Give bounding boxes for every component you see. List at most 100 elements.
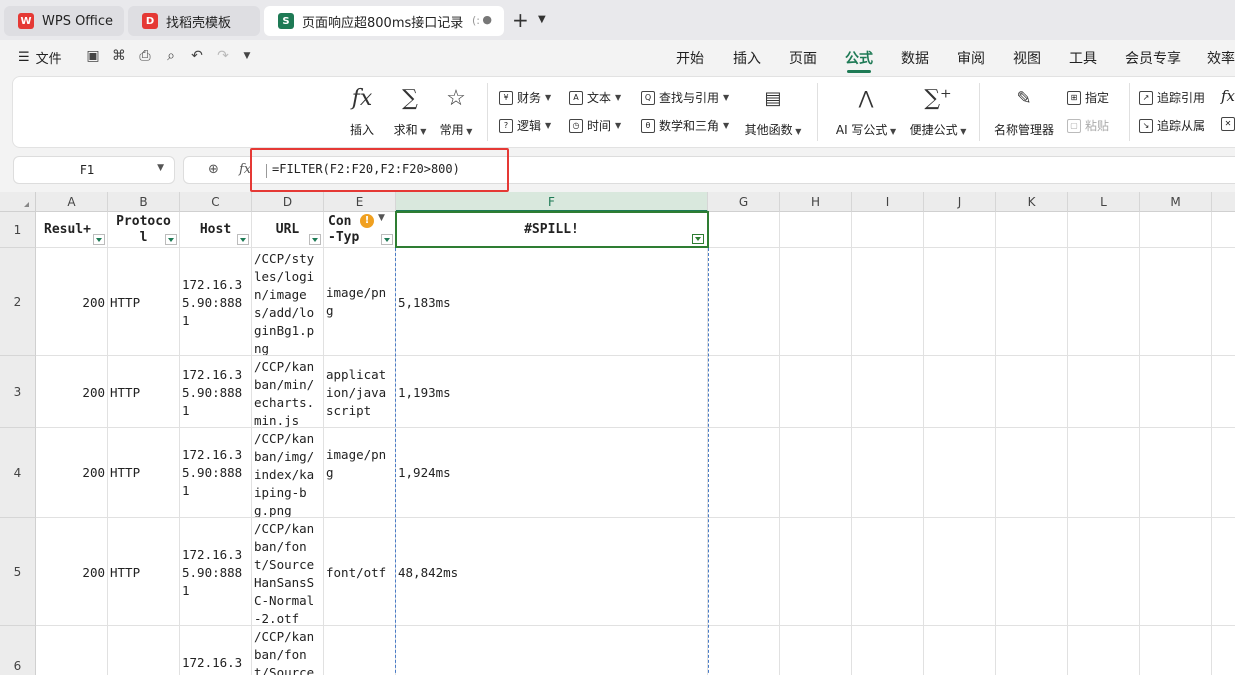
tab-document[interactable]: S 页面响应超800ms接口记录 (: ● [264,6,504,36]
menu-tab-review[interactable]: 审阅 [957,48,985,68]
name-box[interactable]: F1 ▼ [13,156,175,184]
cell-e4[interactable]: image/png [324,428,396,518]
column-header-g[interactable]: G [708,192,780,212]
cell-e6[interactable] [324,626,396,675]
cell-b3[interactable]: HTTP [108,356,180,428]
other-functions-button[interactable]: ▤ 其他函数 ▼ [743,85,803,138]
menu-tab-view[interactable]: 视图 [1013,48,1041,68]
column-header-n[interactable] [1212,192,1235,212]
ai-formula-button[interactable]: ⋀ AI 写公式 ▼ [833,85,899,138]
cell-c2[interactable]: 172.16.35.90:8881 [180,248,252,356]
cell-c4[interactable]: 172.16.35.90:8881 [180,428,252,518]
cell-e3[interactable]: application/javascript [324,356,396,428]
filter-dropdown-icon[interactable] [237,234,249,245]
empty-cells-area[interactable] [708,212,1235,675]
undo-icon[interactable]: ↶ [188,47,206,65]
menu-tab-home[interactable]: 开始 [676,48,704,68]
column-header-a[interactable]: A [36,192,108,212]
unsaved-dot-icon[interactable]: ● [482,13,492,26]
row-header-4[interactable]: 4 [0,428,36,518]
zoom-icon[interactable]: ⊕ [208,162,219,177]
filter-dropdown-icon[interactable] [309,234,321,245]
cell-d4[interactable]: /CCP/kanban/img/index/kaiping-bg.png [252,428,324,518]
cell-d5[interactable]: /CCP/kanban/font/SourceHanSansSC-Normal-… [252,518,324,626]
menu-tab-page[interactable]: 页面 [789,48,817,68]
cell-d6[interactable]: /CCP/kanban/font/SourceH [252,626,324,675]
cell-b2[interactable]: HTTP [108,248,180,356]
cell-b6[interactable] [108,626,180,675]
chevron-down-icon[interactable]: ▼ [378,213,385,223]
logic-functions-button[interactable]: ? 逻辑 ▼ [499,117,551,134]
tab-templates[interactable]: D 找稻壳模板 [128,6,260,36]
select-all-corner[interactable] [0,192,36,212]
column-header-f[interactable]: F [396,192,708,212]
quick-formula-button[interactable]: ∑⁺ 便捷公式 ▼ [907,85,969,138]
cell-c3[interactable]: 172.16.35.90:8881 [180,356,252,428]
new-tab-plus-icon[interactable]: + [512,8,529,32]
filter-dropdown-icon[interactable] [692,234,704,244]
column-header-c[interactable]: C [180,192,252,212]
warning-icon[interactable]: ! [360,214,374,228]
column-header-e[interactable]: E [324,192,396,212]
filter-dropdown-icon[interactable] [93,234,105,245]
column-header-i[interactable]: I [852,192,924,212]
common-functions-button[interactable]: ☆ 常用 ▼ [431,85,481,138]
header-cell-host[interactable]: Host [180,212,252,248]
print-icon[interactable]: ⎙ [136,47,154,65]
cell-b5[interactable]: HTTP [108,518,180,626]
cell-a3[interactable]: 200 [36,356,108,428]
column-header-h[interactable]: H [780,192,852,212]
cell-b4[interactable]: HTTP [108,428,180,518]
header-cell-result[interactable]: Resul+ [36,212,108,248]
row-header-5[interactable]: 5 [0,518,36,626]
filter-dropdown-icon[interactable] [165,234,177,245]
trace-precedents-button[interactable]: ↗ 追踪引用 [1139,89,1205,106]
row-header-2[interactable]: 2 [0,248,36,356]
header-cell-protocol[interactable]: Protoco l [108,212,180,248]
quick-access-dropdown-icon[interactable]: ▼ [238,47,256,65]
column-header-j[interactable]: J [924,192,996,212]
redo-icon[interactable]: ↷ [214,47,232,65]
lookup-functions-button[interactable]: Q 查找与引用 ▼ [641,89,729,106]
cell-d2[interactable]: /CCP/styles/login/images/add/loginBg1.pn… [252,248,324,356]
cell-a4[interactable]: 200 [36,428,108,518]
time-functions-button[interactable]: ◷ 时间 ▼ [569,117,621,134]
autosum-button[interactable]: ∑ 求和 ▼ [385,85,435,138]
math-functions-button[interactable]: θ 数学和三角 ▼ [641,117,729,134]
column-header-l[interactable]: L [1068,192,1140,212]
row-header-1[interactable]: 1 [0,212,36,248]
insert-function-button[interactable]: fx 插入 [337,85,387,138]
finance-functions-button[interactable]: ¥ 财务 ▼ [499,89,551,106]
column-header-d[interactable]: D [252,192,324,212]
menu-tab-membership[interactable]: 会员专享 [1125,48,1181,68]
paste-name-button[interactable]: ▢ 粘贴 [1067,117,1109,134]
tab-wps-office[interactable]: W WPS Office [4,6,124,36]
cell-d3[interactable]: /CCP/kanban/min/echarts.min.js [252,356,324,428]
cell-e2[interactable]: image/png [324,248,396,356]
menu-tab-formulas[interactable]: 公式 [845,48,873,68]
remove-arrows-icon[interactable]: ✕ [1221,117,1235,131]
cell-c5[interactable]: 172.16.35.90:8881 [180,518,252,626]
menu-tab-data[interactable]: 数据 [901,48,929,68]
menu-tab-efficiency[interactable]: 效率 [1207,48,1235,68]
show-formulas-icon[interactable]: fx [1221,87,1235,105]
assign-name-button[interactable]: ⊞ 指定 [1067,89,1109,106]
text-functions-button[interactable]: A 文本 ▼ [569,89,621,106]
cell-a2[interactable]: 200 [36,248,108,356]
trace-dependents-button[interactable]: ↘ 追踪从属 [1139,117,1205,134]
row-header-3[interactable]: 3 [0,356,36,428]
filter-dropdown-icon[interactable] [381,234,393,245]
chevron-down-icon[interactable]: ▼ [157,163,164,173]
column-header-b[interactable]: B [108,192,180,212]
cell-a5[interactable]: 200 [36,518,108,626]
column-header-k[interactable]: K [996,192,1068,212]
name-manager-button[interactable]: ✎ 名称管理器 [991,85,1057,138]
print-preview-icon[interactable]: ⌕ [162,47,180,65]
cell-a6[interactable] [36,626,108,675]
share-icon[interactable]: ⌘ [110,47,128,65]
header-cell-url[interactable]: URL [252,212,324,248]
save-icon[interactable]: ▣ [84,47,102,65]
menu-tab-tools[interactable]: 工具 [1069,48,1097,68]
row-header-6[interactable]: 6 [0,626,36,675]
cell-e5[interactable]: font/otf [324,518,396,626]
